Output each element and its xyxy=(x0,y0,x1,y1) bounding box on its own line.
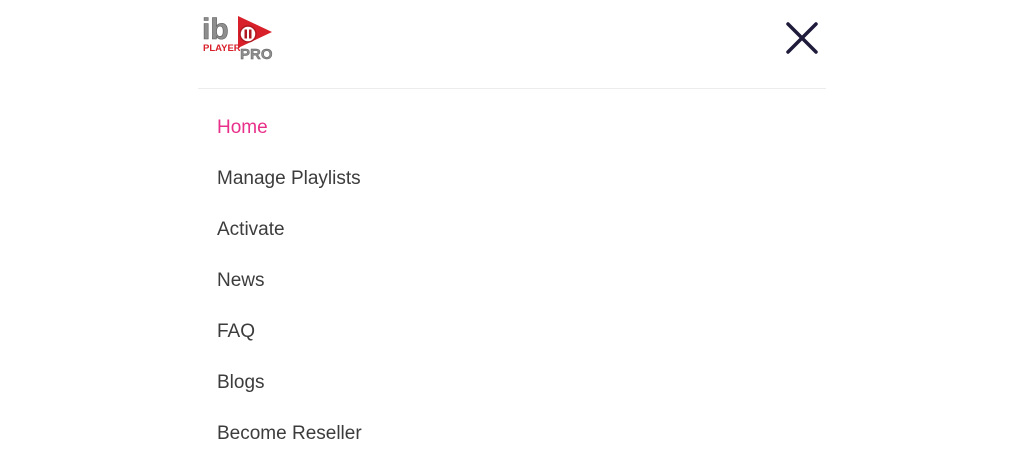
logo-graphic: ib PLAYER PRO xyxy=(202,13,273,64)
nav-header: ib PLAYER PRO xyxy=(198,0,826,89)
nav-item-activate[interactable]: Activate xyxy=(217,204,362,255)
ibo-player-pro-logo[interactable]: ib PLAYER PRO xyxy=(202,12,276,64)
close-icon xyxy=(786,22,818,54)
nav-item-blogs[interactable]: Blogs xyxy=(217,357,362,408)
logo-player-text: PLAYER xyxy=(203,43,241,54)
nav-item-become-reseller[interactable]: Become Reseller xyxy=(217,408,362,459)
mobile-nav-panel: ib PLAYER PRO Home Manage Playlists Acti… xyxy=(198,0,826,473)
nav-item-news[interactable]: News xyxy=(217,255,362,306)
nav-item-home[interactable]: Home xyxy=(217,102,362,153)
logo-ib-text: ib xyxy=(202,13,229,46)
nav-item-faq[interactable]: FAQ xyxy=(217,306,362,357)
nav-item-manage-playlists[interactable]: Manage Playlists xyxy=(217,153,362,204)
close-menu-button[interactable] xyxy=(780,16,824,60)
nav-menu: Home Manage Playlists Activate News FAQ … xyxy=(217,102,362,459)
logo-pro-text: PRO xyxy=(240,46,273,62)
